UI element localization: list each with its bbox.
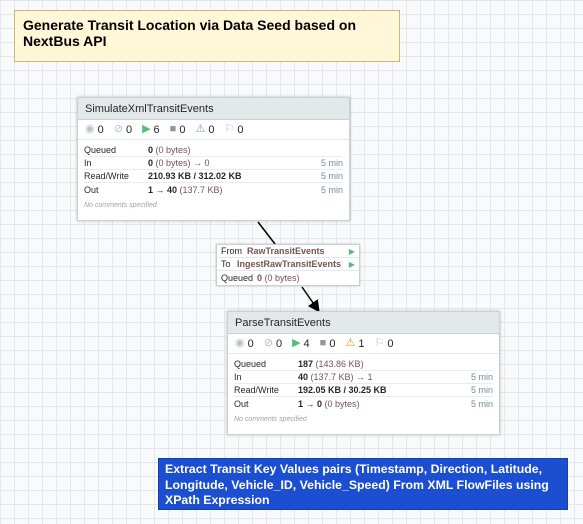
disabled-icon: ■ xyxy=(319,337,327,349)
warning-icon[interactable]: ⚠ xyxy=(345,338,355,349)
metric-row-read-write: Read/Write 192.05 KB / 30.25 KB 5 min xyxy=(234,385,493,397)
label-top-text: Generate Transit Location via Data Seed … xyxy=(23,17,356,49)
running-icon: ▶ xyxy=(142,123,151,135)
metric-row-in: In 0 (0 bytes) → 0 5 min xyxy=(84,158,343,170)
invalid-icon: ◉ xyxy=(235,337,245,349)
warning-icon: ⚠ xyxy=(195,123,206,135)
label-top[interactable]: Generate Transit Location via Data Seed … xyxy=(14,10,400,62)
connection-to-row: To IngestRawTransitEvents ▶ xyxy=(217,258,359,271)
processor-simulate-xml-transit-events[interactable]: SimulateXmlTransitEvents ◉ 0 ⊘ 0 ▶ 6 ■ 0 ⚠ 0 … xyxy=(77,97,350,221)
stopped-icon: ⊘ xyxy=(263,337,273,349)
connection-line-out[interactable] xyxy=(301,286,320,313)
processor-comments: No comments specified xyxy=(234,416,307,423)
connection-queued-row: Queued 0 (0 bytes) xyxy=(221,272,300,283)
invalid-icon: ◉ xyxy=(85,123,95,135)
running-icon: ▶ xyxy=(292,337,301,349)
processor-stats: ◉ 0 ⊘ 0 ▶ 6 ■ 0 ⚠ 0 ⚐ 0 xyxy=(78,120,349,140)
connection-from-row: From RawTransitEvents ▶ xyxy=(217,245,359,258)
running-icon: ▶ xyxy=(348,259,355,269)
processor-comments: No comments specified xyxy=(84,202,157,209)
processor-stats: ◉ 0 ⊘ 0 ▶ 4 ■ 0 ⚠ 1 ⚐ 0 xyxy=(228,334,499,354)
running-icon: ▶ xyxy=(348,246,355,256)
metric-row-queued: Queued 0 (0 bytes) xyxy=(84,144,343,157)
connection-raw-transit-events[interactable]: From RawTransitEvents ▶ To IngestRawTran… xyxy=(216,244,360,286)
label-bottom[interactable]: Extract Transit Key Values pairs (Timest… xyxy=(158,458,568,510)
metric-row-out: Out 1 → 40 (137.7 KB) 5 min xyxy=(84,184,343,195)
metric-row-queued: Queued 187 (143.86 KB) xyxy=(234,358,493,371)
processor-title: ParseTransitEvents xyxy=(228,312,499,334)
metric-row-out: Out 1 → 0 (0 bytes) 5 min xyxy=(234,398,493,409)
metric-row-read-write: Read/Write 210.93 KB / 312.02 KB 5 min xyxy=(84,171,343,183)
stopped-icon: ⊘ xyxy=(113,123,123,135)
connection-line-in[interactable] xyxy=(257,221,276,245)
disabled-icon: ■ xyxy=(169,123,177,135)
threads-icon: ⚐ xyxy=(374,337,385,349)
label-bottom-text: Extract Transit Key Values pairs (Timest… xyxy=(165,462,549,507)
processor-parse-transit-events[interactable]: ParseTransitEvents ◉ 0 ⊘ 0 ▶ 4 ■ 0 ⚠ 1 ⚐ 0 Que… xyxy=(227,311,500,435)
threads-icon: ⚐ xyxy=(224,123,235,135)
processor-metrics: Queued 0 (0 bytes) In 0 (0 bytes) → 0 5 … xyxy=(78,140,349,196)
processor-metrics: Queued 187 (143.86 KB) In 40 (137.7 KB) … xyxy=(228,354,499,410)
processor-title: SimulateXmlTransitEvents xyxy=(78,98,349,120)
metric-row-in: In 40 (137.7 KB) → 1 5 min xyxy=(234,372,493,384)
